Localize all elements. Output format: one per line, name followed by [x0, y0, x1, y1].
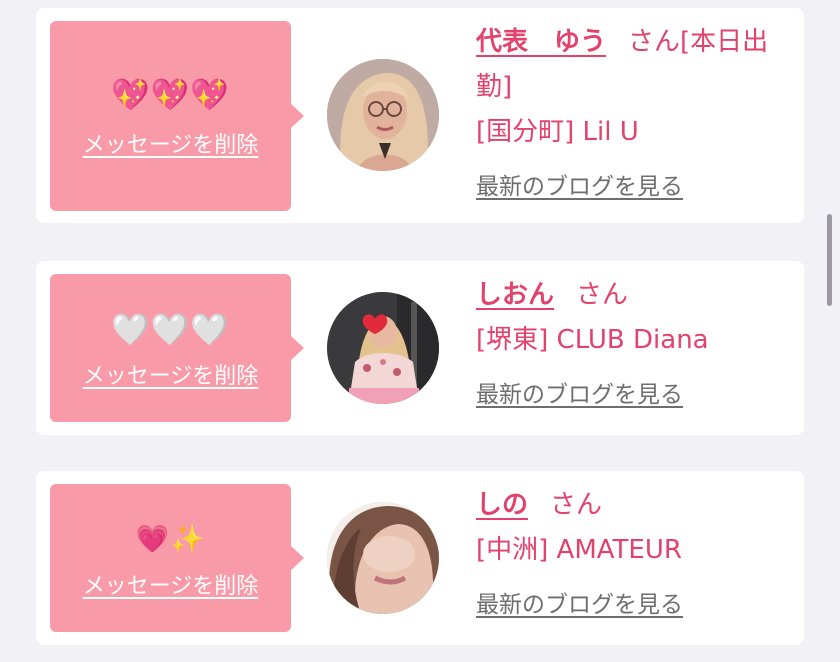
message-card: 💗✨ メッセージを削除 しの さん [中洲] AMATEUR 最新のブログを見る: [36, 471, 804, 645]
message-card: 💖💖💖 メッセージを削除 代表 ゆう さん[本日出勤] [国分町] Lil U …: [36, 8, 804, 223]
name-suffix: さん: [550, 490, 603, 520]
message-card: 🤍🤍🤍 メッセージを削除 しおん さん [堺東] CLUB Diana 最新のブ…: [36, 261, 804, 435]
emoji-message: 🤍🤍🤍: [111, 312, 230, 348]
message-bubble: 💖💖💖 メッセージを削除: [50, 21, 304, 211]
latest-blog-link[interactable]: 最新のブログを見る: [476, 373, 683, 418]
message-bubble: 🤍🤍🤍 メッセージを削除: [50, 274, 304, 422]
shop-label: [国分町] Lil U: [476, 117, 639, 147]
delete-message-link[interactable]: メッセージを削除: [83, 127, 259, 159]
emoji-message: 💗✨: [135, 524, 206, 555]
scrollbar[interactable]: [827, 214, 832, 306]
name-line: しの さん: [476, 483, 786, 528]
profile-info: しの さん [中洲] AMATEUR 最新のブログを見る: [476, 483, 786, 628]
avatar[interactable]: [327, 502, 439, 614]
name-line: 代表 ゆう さん[本日出勤]: [476, 20, 786, 110]
latest-blog-link[interactable]: 最新のブログを見る: [476, 583, 683, 628]
profile-name-link[interactable]: 代表 ゆう: [476, 27, 606, 57]
emoji-message: 💖💖💖: [111, 77, 230, 113]
profile-photo-woman-heart-sticker: [327, 292, 439, 404]
profile-photo-woman-closeup: [327, 502, 439, 614]
name-line: しおん さん: [476, 273, 786, 318]
profile-photo-woman-glasses: [327, 59, 439, 171]
shop-label: [堺東] CLUB Diana: [476, 325, 709, 355]
profile-info: しおん さん [堺東] CLUB Diana 最新のブログを見る: [476, 273, 786, 418]
profile-info: 代表 ゆう さん[本日出勤] [国分町] Lil U 最新のブログを見る: [476, 20, 786, 210]
latest-blog-link[interactable]: 最新のブログを見る: [476, 165, 683, 210]
delete-message-link[interactable]: メッセージを削除: [83, 568, 259, 600]
profile-name-link[interactable]: しの: [476, 490, 528, 520]
message-list: 💖💖💖 メッセージを削除 代表 ゆう さん[本日出勤] [国分町] Lil U …: [0, 0, 840, 662]
avatar[interactable]: [327, 292, 439, 404]
message-bubble: 💗✨ メッセージを削除: [50, 484, 304, 632]
shop-label: [中洲] AMATEUR: [476, 535, 682, 565]
avatar[interactable]: [327, 59, 439, 171]
delete-message-link[interactable]: メッセージを削除: [83, 358, 259, 390]
name-suffix: さん: [576, 280, 629, 310]
profile-name-link[interactable]: しおん: [476, 280, 554, 310]
